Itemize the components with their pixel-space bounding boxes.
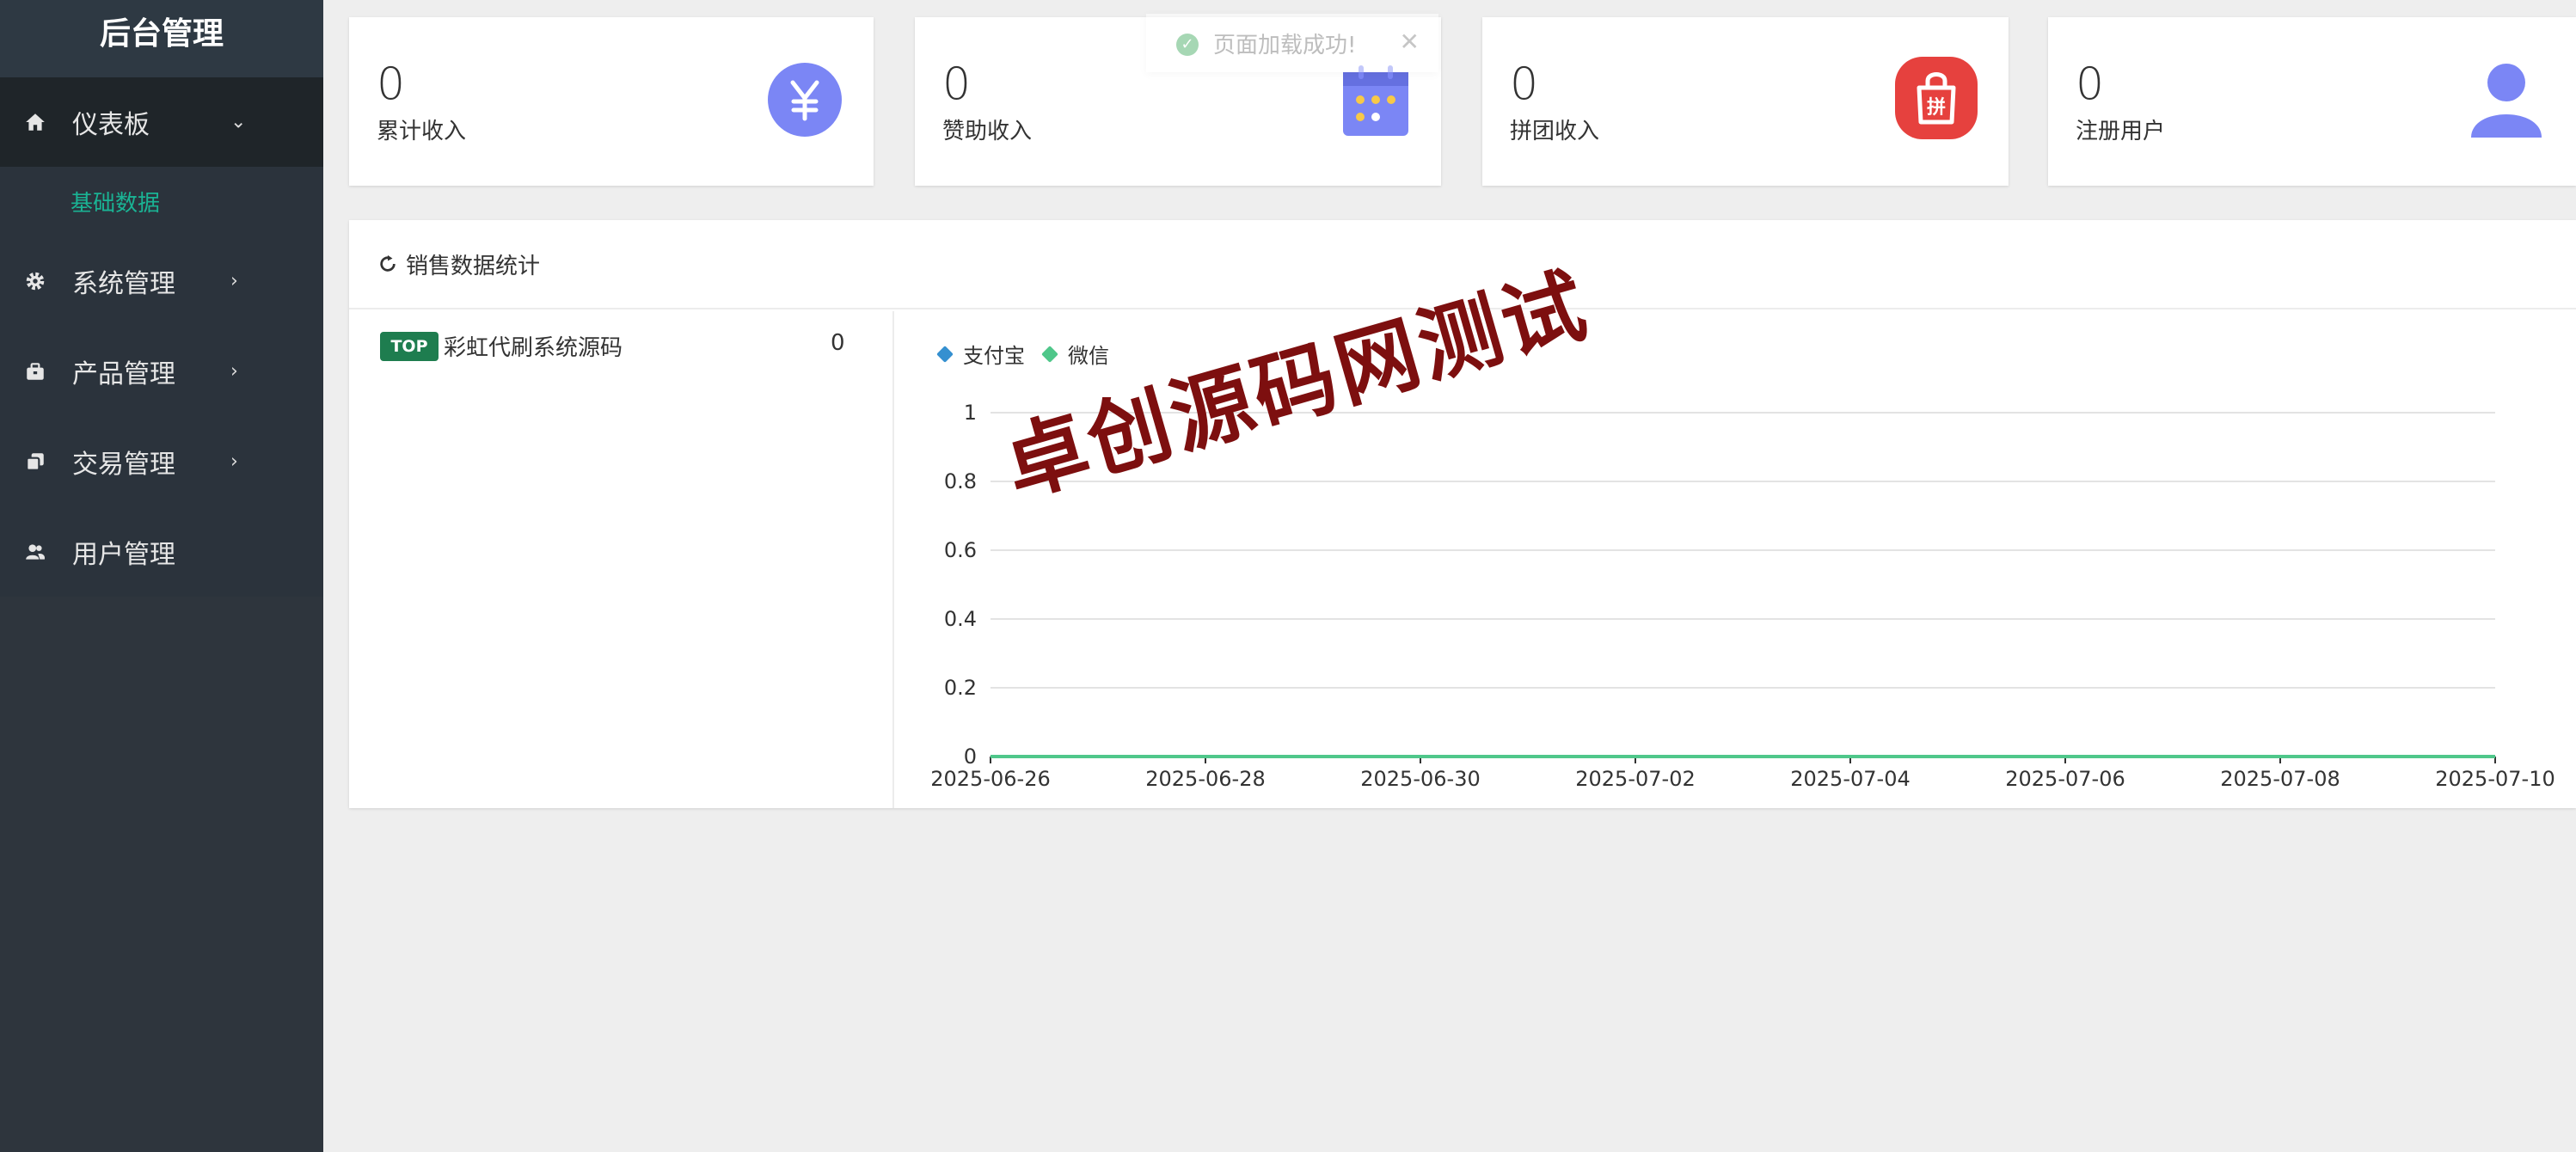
stat-caption: 注册用户 <box>2076 119 2166 144</box>
sidebar-item-transaction[interactable]: 交易管理 › <box>0 416 323 506</box>
product-name: 彩虹代刷系统源码 <box>444 335 623 361</box>
y-tick-label: 0.6 <box>944 538 977 562</box>
sidebar-item-users[interactable]: 用户管理 <box>0 506 323 597</box>
close-icon[interactable]: ✕ <box>1400 28 1420 56</box>
user-icon <box>22 539 48 565</box>
y-tick-label: 0.8 <box>944 469 977 493</box>
stat-card-registered-users: 0 注册用户 <box>2048 17 2576 186</box>
sidebar-item-dashboard[interactable]: 仪表板 ⌄ <box>0 77 323 167</box>
x-tick-label: 2025-06-30 <box>1360 767 1480 791</box>
stat-caption: 累计收入 <box>377 119 467 144</box>
gear-icon <box>22 268 48 294</box>
sidebar: 后台管理 仪表板 ⌄ 基础数据 系统管理 › 产品管理 › 交易管理 › 用户管… <box>0 0 323 1152</box>
stat-value: 0 <box>377 58 406 110</box>
x-tick-label: 2025-06-26 <box>930 767 1050 791</box>
y-tick-label: 0.2 <box>944 676 977 700</box>
svg-text:拼: 拼 <box>1927 96 1946 119</box>
calendar-icon <box>1341 64 1410 138</box>
legend-item-alipay[interactable]: 支付宝 <box>936 339 1025 369</box>
product-ranking-list: TOP 彩虹代刷系统源码 0 <box>349 311 894 808</box>
chevron-right-icon: › <box>230 360 238 382</box>
x-tick-label: 2025-07-04 <box>1790 767 1910 791</box>
chevron-right-icon: › <box>230 270 238 291</box>
sidebar-item-product[interactable]: 产品管理 › <box>0 326 323 416</box>
x-tick-label: 2025-07-06 <box>2005 767 2125 791</box>
y-tick-label: 1 <box>964 401 977 425</box>
x-tick-label: 2025-06-28 <box>1145 767 1265 791</box>
chevron-down-icon: ⌄ <box>230 111 247 133</box>
legend-label: 微信 <box>1068 344 1109 368</box>
app-title: 后台管理 <box>0 0 323 77</box>
stat-caption: 赞助收入 <box>942 119 1033 144</box>
home-icon <box>22 109 48 135</box>
legend-label: 支付宝 <box>963 344 1025 368</box>
sidebar-item-label: 用户管理 <box>72 539 175 570</box>
top-badge: TOP <box>380 332 439 361</box>
sidebar-item-system[interactable]: 系统管理 › <box>0 236 323 326</box>
stat-card-total-income: 0 累计收入 <box>349 17 874 186</box>
legend-item-wechat[interactable]: 微信 <box>1041 339 1109 369</box>
sidebar-item-label: 系统管理 <box>72 268 175 299</box>
chart-legend: 支付宝 微信 <box>936 339 1128 369</box>
stat-card-group-income: 0 拼团收入 拼 <box>1482 17 2009 186</box>
list-item: TOP 彩虹代刷系统源码 0 <box>349 311 892 368</box>
x-tick-label: 2025-07-02 <box>1575 767 1695 791</box>
yuan-icon <box>767 62 843 138</box>
user-icon <box>2469 62 2543 139</box>
product-value: 0 <box>831 330 845 356</box>
x-tick-label: 2025-07-10 <box>2435 767 2555 791</box>
stat-value: 0 <box>942 58 972 110</box>
legend-marker <box>936 345 954 363</box>
legend-marker <box>1041 345 1058 363</box>
sidebar-item-label: 仪表板 <box>72 110 150 140</box>
panel-title: 销售数据统计 <box>406 253 541 279</box>
toast-message: 页面加载成功! <box>1213 33 1357 58</box>
copy-icon <box>22 449 48 475</box>
briefcase-icon <box>22 358 48 384</box>
sidebar-footer-area <box>0 597 323 1152</box>
y-tick-label: 0 <box>964 745 977 769</box>
stat-value: 0 <box>2076 58 2105 110</box>
success-toast: ✓ 页面加载成功! ✕ <box>1146 14 1438 72</box>
bag-icon: 拼 <box>1895 57 1978 139</box>
stat-caption: 拼团收入 <box>1510 119 1600 144</box>
check-icon: ✓ <box>1176 34 1199 56</box>
y-tick-label: 0.4 <box>944 607 977 631</box>
sidebar-subitem-basic-data[interactable]: 基础数据 <box>0 167 323 236</box>
stat-value: 0 <box>1510 58 1539 110</box>
refresh-icon <box>380 254 396 272</box>
sidebar-item-label: 交易管理 <box>72 449 175 480</box>
sidebar-item-label: 产品管理 <box>72 358 175 389</box>
x-tick-label: 2025-07-08 <box>2220 767 2340 791</box>
chevron-right-icon: › <box>230 450 238 472</box>
